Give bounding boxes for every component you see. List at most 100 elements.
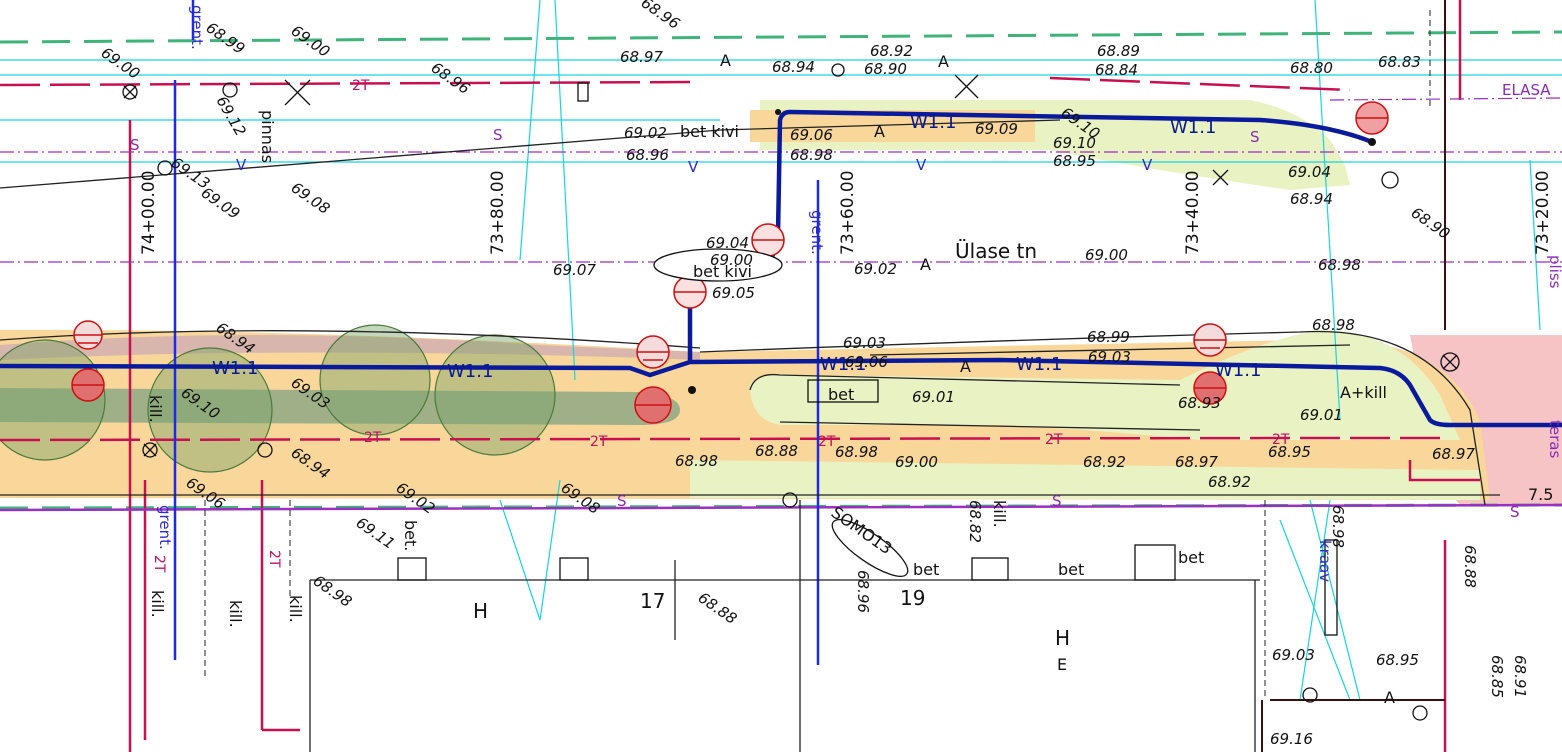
surface-label: kill.: [286, 595, 305, 623]
hydrant-symbol: [636, 335, 670, 369]
elevation-label: 68.92: [870, 42, 913, 60]
elevation-label: 68.98: [675, 452, 718, 470]
surface-label: grent.: [188, 5, 206, 50]
hydrant-symbol: [71, 368, 105, 402]
surface-label: bet.: [401, 520, 420, 551]
cable-label-2t: 2T: [266, 550, 282, 568]
station-label: 74+00.00: [139, 170, 159, 255]
elevation-label: 68.98: [1318, 256, 1361, 274]
legend-pliss: pliss: [1546, 255, 1562, 289]
elevation-label: 68.89: [1097, 42, 1140, 60]
station-label: 73+80.00: [488, 170, 508, 255]
cable-label-s: S: [1510, 503, 1520, 521]
station-label: 73+40.00: [1183, 170, 1203, 255]
elevation-label: 69.02: [854, 260, 897, 278]
hydrant-symbol: [1355, 101, 1389, 135]
surface-label: kill.: [148, 590, 167, 618]
elevation-label: 69.04: [706, 234, 749, 252]
elevation-label: 68.94: [1290, 190, 1333, 208]
surface-label: kill.: [146, 395, 165, 423]
utility-plan-map: 74+00.00 73+80.00 73+60.00 73+40.00 73+2…: [0, 0, 1562, 752]
elevation-label: 69.05: [712, 284, 755, 302]
elevation-label: 68.95: [1268, 443, 1311, 461]
street-label: Ülase tn: [955, 239, 1037, 263]
legend-teras: teras: [1546, 420, 1562, 458]
surface-label: bet: [1178, 548, 1204, 567]
elevation-label: 68.98: [1312, 316, 1355, 334]
feature-label-a: A: [1384, 688, 1395, 707]
elevation-label: 69.12: [213, 93, 250, 139]
cable-label-s: S: [1052, 492, 1062, 510]
elevation-label: 68.90: [1408, 204, 1454, 243]
feature-label-a-kill: A+kill: [1340, 383, 1387, 402]
elevation-label: 69.09: [975, 120, 1018, 138]
elevation-label: 69.00: [895, 453, 938, 471]
elevation-label: 69.02: [624, 124, 667, 142]
elevation-label: 68.88: [1461, 545, 1479, 588]
elevation-label: 69.03: [1088, 348, 1131, 366]
elevation-label: 69.03: [1272, 646, 1315, 664]
pipe-label: W1.1: [1016, 354, 1062, 375]
tree-canopy: [434, 334, 556, 456]
elevation-label: 69.01: [912, 388, 955, 406]
hydrant-symbol: [751, 223, 785, 257]
station-label: 73+20.00: [1533, 170, 1553, 255]
hydrant-symbol: [634, 386, 672, 424]
elevation-label: 69.00: [710, 251, 753, 269]
elevation-label: 68.95: [1376, 651, 1419, 669]
cable-label-2t: 2T: [352, 78, 370, 94]
surface-label: kill.: [990, 500, 1009, 528]
tree-canopy: [319, 324, 431, 436]
surface-label: pinnas: [258, 110, 277, 163]
elevation-label: 69.03: [843, 334, 886, 352]
elevation-label: 68.98: [835, 443, 878, 461]
elevation-label: 68.98: [1329, 505, 1347, 548]
hydrant-symbol: [1193, 323, 1227, 357]
elevation-label: 68.98: [310, 572, 356, 611]
cable-label-s: S: [617, 492, 627, 510]
pipe-label: W1.1: [447, 361, 493, 382]
elevation-label: 68.84: [1095, 61, 1138, 79]
elevation-label: 69.04: [1288, 163, 1331, 181]
elevation-label: 68.94: [772, 58, 815, 76]
elevation-label: 69.06: [790, 126, 833, 144]
pipe-label: W1.1: [212, 358, 258, 379]
surface-label: grent.: [156, 505, 174, 550]
building-letter: H: [1055, 626, 1070, 650]
feature-label-a: A: [938, 52, 949, 71]
feature-label-a: A: [920, 255, 931, 274]
elevation-label: 68.83: [1378, 53, 1421, 71]
elevation-label: 68.82: [966, 500, 984, 543]
cable-label-s: S: [1250, 128, 1260, 146]
feature-label-a: A: [874, 122, 885, 141]
cable-label-2t: 2T: [364, 430, 382, 446]
elevation-label: 68.88: [755, 442, 798, 460]
elevation-label: 68.96: [428, 59, 474, 98]
surface-label: bet: [913, 560, 939, 579]
surface-label: bet kivi: [680, 122, 739, 141]
elevation-label: 69.11: [353, 514, 399, 553]
cable-label-v: V: [916, 156, 927, 174]
elevation-label: 69.06: [845, 353, 888, 371]
cable-label-2t: 2T: [151, 555, 167, 573]
elevation-label: 68.91: [1511, 655, 1529, 698]
surface-label: bet: [1058, 560, 1084, 579]
pipe-label: W1.1: [910, 112, 956, 133]
street-elevation: 69.00: [1085, 246, 1128, 264]
elevation-label: 68.96: [626, 146, 669, 164]
station-label: 73+60.00: [838, 170, 858, 255]
street-label-right: ELASA: [1502, 81, 1551, 99]
building-letter: H: [473, 599, 488, 623]
elevation-label: 69.00: [98, 44, 144, 83]
edge-dimension: 7.5: [1528, 485, 1553, 504]
elevation-label: 68.99: [203, 19, 249, 58]
feature-label-a: A: [720, 51, 731, 70]
hydrant-symbol: [73, 320, 103, 350]
house-number: 17: [640, 589, 665, 613]
surface-label: kill.: [226, 600, 245, 628]
cable-label-2t: 2T: [818, 434, 836, 450]
elevation-label: 68.96: [854, 570, 872, 613]
elevation-label: 68.97: [1432, 445, 1475, 463]
elevation-label: 69.07: [553, 261, 596, 279]
house-number: 19: [900, 586, 925, 610]
